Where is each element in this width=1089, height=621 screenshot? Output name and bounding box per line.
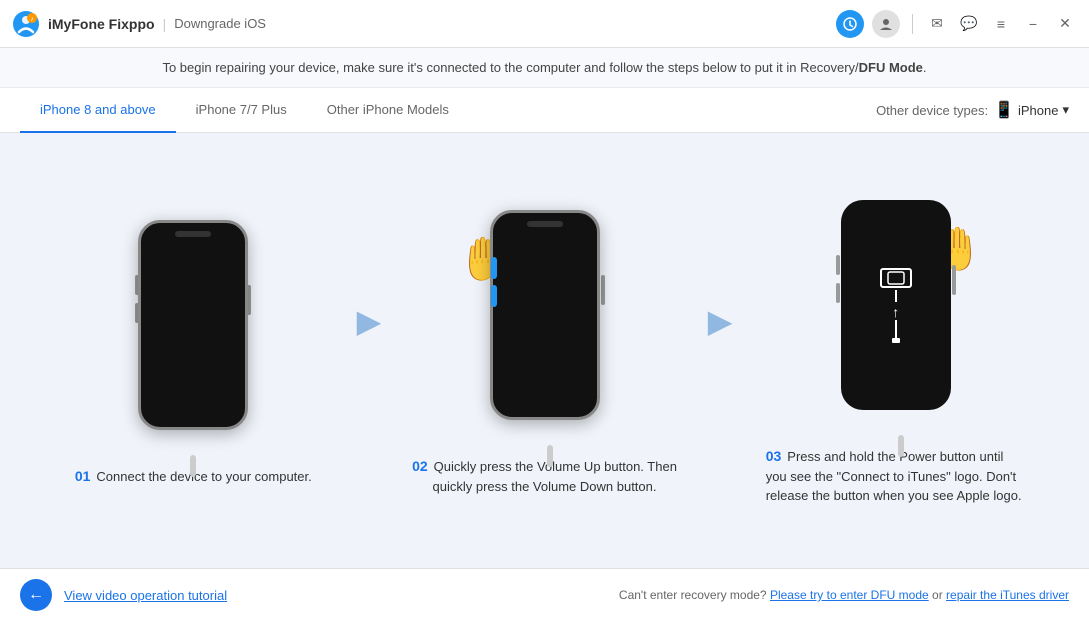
mail-icon-btn[interactable]: ✉ <box>925 12 949 36</box>
itunes-connector-line <box>895 290 897 302</box>
user-icon-btn[interactable] <box>872 10 900 38</box>
titlebar-divider <box>912 14 913 34</box>
app-name: iMyFone Fixppo <box>48 16 155 32</box>
itunes-driver-link[interactable]: repair the iTunes driver <box>946 588 1069 602</box>
titlebar: ♪ iMyFone Fixppo | Downgrade iOS ✉ 💬 ≡ −… <box>0 0 1089 48</box>
itunes-screen: ↑ <box>841 200 951 410</box>
volume-down-btn <box>491 285 497 307</box>
steps-area: 01 Connect the device to your computer. ▶… <box>0 133 1089 568</box>
update-icon-btn[interactable] <box>836 10 864 38</box>
tab-iphone7[interactable]: iPhone 7/7 Plus <box>176 88 307 133</box>
volume-up-btn <box>491 257 497 279</box>
step-2-text: Quickly press the Volume Up button. Then… <box>432 459 676 494</box>
close-button[interactable]: ✕ <box>1053 12 1077 36</box>
side-btn-left-3 <box>836 255 840 275</box>
main-content: To begin repairing your device, make sur… <box>0 48 1089 621</box>
step-1-block: 01 Connect the device to your computer. <box>40 215 347 487</box>
notice-text: To begin repairing your device, make sur… <box>162 60 926 75</box>
dfu-highlight: DFU Mode <box>859 60 923 75</box>
minimize-button[interactable]: − <box>1021 12 1045 36</box>
bottom-hint: Can't enter recovery mode? Please try to… <box>619 588 1069 602</box>
device-name-label: iPhone <box>1018 103 1058 118</box>
step-2-num: 02 <box>412 458 428 474</box>
itunes-box-icon <box>880 268 912 288</box>
dfu-mode-link[interactable]: Please try to enter DFU mode <box>770 588 929 602</box>
hint-or: or <box>932 588 946 602</box>
step-1-text: Connect the device to your computer. <box>96 469 311 484</box>
step-3-block: 🤚 ↑ <box>742 195 1049 506</box>
hint-prefix: Can't enter recovery mode? <box>619 588 767 602</box>
itunes-cable-line <box>895 320 897 338</box>
step-2-desc: 02Quickly press the Volume Up button. Th… <box>391 457 698 496</box>
step-1-phone <box>133 215 253 455</box>
tab-other-iphone[interactable]: Other iPhone Models <box>307 88 469 133</box>
step-3-desc: 03Press and hold the Power button until … <box>756 447 1036 506</box>
device-phone-icon: 📱 <box>994 100 1014 120</box>
step-1-num: 01 <box>75 468 91 484</box>
chat-icon-btn[interactable]: 💬 <box>957 12 981 36</box>
step-3-phone: 🤚 ↑ <box>826 195 966 435</box>
back-icon: ← <box>28 586 44 604</box>
up-arrow-icon: ↑ <box>892 304 899 320</box>
side-btn-left2-3 <box>836 283 840 303</box>
step-3-text: Press and hold the Power button until yo… <box>766 449 1022 503</box>
phone-cable-1 <box>190 455 196 477</box>
svg-text:♪: ♪ <box>30 16 34 23</box>
side-btn-right-2 <box>601 275 605 305</box>
dropdown-arrow-icon: ▾ <box>1062 102 1069 118</box>
app-logo: ♪ <box>12 10 40 38</box>
tutorial-link[interactable]: View video operation tutorial <box>64 588 227 603</box>
titlebar-icons: ✉ 💬 ≡ − ✕ <box>836 10 1077 38</box>
phone-frame-2 <box>490 210 600 420</box>
phone-cable-3 <box>898 435 904 457</box>
other-device-label: Other device types: <box>876 103 988 118</box>
back-button[interactable]: ← <box>20 579 52 611</box>
arrow-1: ▶ <box>357 302 382 400</box>
step-2-block: 🤚 02Quickly press the Volume Up button. … <box>391 205 698 496</box>
title-separator: | <box>163 16 167 32</box>
device-type-select[interactable]: 📱 iPhone ▾ <box>994 100 1069 120</box>
page-subtitle: Downgrade iOS <box>174 16 266 31</box>
itunes-plug-icon <box>892 338 900 343</box>
bottom-bar: ← View video operation tutorial Can't en… <box>0 568 1089 621</box>
phone-frame-1 <box>138 220 248 430</box>
other-device-types: Other device types: 📱 iPhone ▾ <box>876 100 1069 120</box>
phone-cable-2 <box>547 445 553 467</box>
side-btn-right-3 <box>952 265 956 295</box>
arrow-2: ▶ <box>708 302 733 400</box>
notice-bar: To begin repairing your device, make sur… <box>0 48 1089 88</box>
step-3-num: 03 <box>766 448 782 464</box>
itunes-connect-visual: ↑ <box>880 268 912 343</box>
menu-icon-btn[interactable]: ≡ <box>989 12 1013 36</box>
step-2-phone: 🤚 <box>475 205 615 445</box>
tabs-row: iPhone 8 and above iPhone 7/7 Plus Other… <box>0 88 1089 133</box>
tab-iphone8-above[interactable]: iPhone 8 and above <box>20 88 176 133</box>
